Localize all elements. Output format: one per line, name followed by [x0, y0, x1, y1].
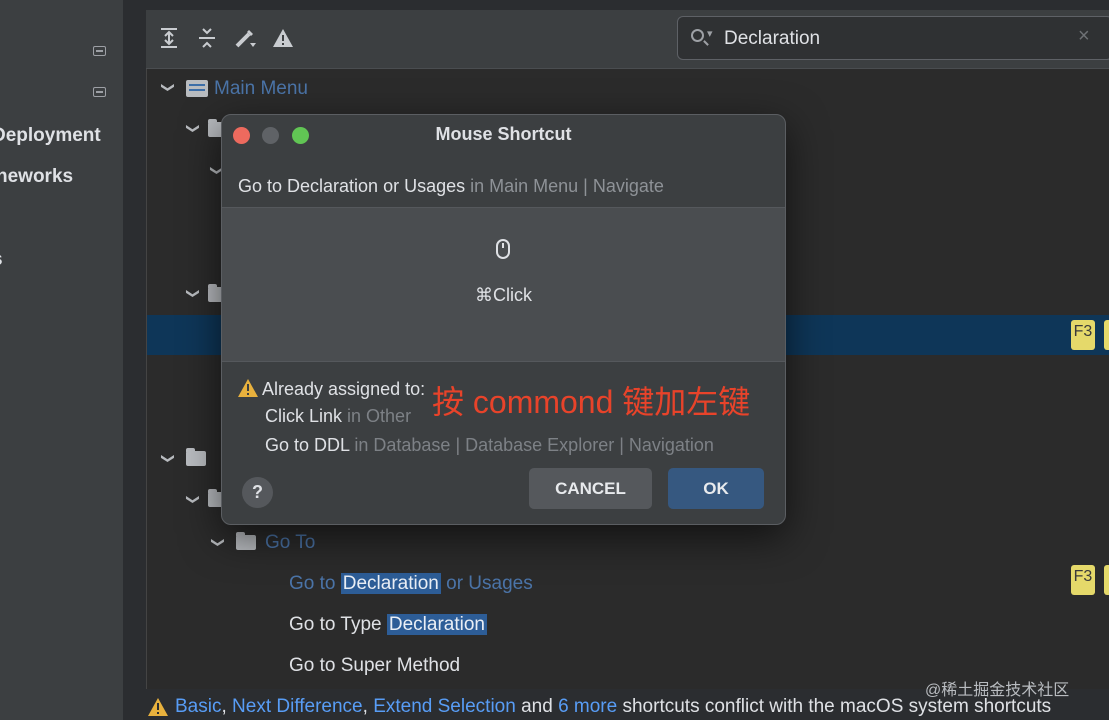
action-name: Go to Declaration or Usages	[238, 176, 466, 196]
warning-icon	[148, 698, 168, 716]
cancel-button[interactable]: CANCEL	[529, 468, 652, 509]
search-icon	[691, 29, 704, 42]
conflict-action: Go to DDL	[265, 435, 350, 455]
conjunction: and	[515, 696, 559, 717]
search-history-caret-icon[interactable]: ▾	[707, 27, 713, 40]
folder-icon	[186, 448, 206, 466]
already-assigned-warning: Already assigned to:	[238, 379, 425, 400]
conflict-link-extend-selection[interactable]: Extend Selection	[373, 696, 516, 717]
project-scope-icon	[93, 87, 106, 97]
conflict-link-basic[interactable]: Basic	[175, 696, 221, 717]
settings-sidebar: Deployment neworks s	[0, 0, 123, 720]
tree-item-text: Go to Type	[289, 614, 387, 635]
sidebar-item-tools[interactable]: s	[0, 249, 3, 271]
clear-search-icon[interactable]: ×	[1078, 25, 1090, 48]
search-match-highlight: Declaration	[386, 614, 487, 635]
already-assigned-label: Already assigned to:	[262, 379, 426, 399]
conflict-link-more[interactable]: 6 more	[558, 696, 617, 717]
action-location: in Main Menu | Navigate	[465, 176, 664, 196]
conflict-message: Basic, Next Difference, Extend Selection…	[175, 696, 1051, 718]
red-annotation-text: 按 commond 键加左键	[432, 384, 751, 420]
ok-button[interactable]: OK	[668, 468, 764, 509]
project-scope-icon	[93, 46, 106, 56]
conflict-link-next-difference[interactable]: Next Difference	[232, 696, 363, 717]
chevron-down-icon[interactable]: ❯	[211, 537, 226, 548]
conflict-location: in Other	[342, 406, 412, 426]
captured-shortcut: ⌘Click	[475, 285, 532, 305]
shortcut-badge-edge	[1104, 565, 1109, 595]
tree-item-declaration-or-usages[interactable]: Go to Declaration or Usages	[289, 573, 533, 595]
folder-icon	[236, 532, 256, 550]
edit-shortcut-icon[interactable]	[233, 27, 257, 51]
action-path: Go to Declaration or Usages in Main Menu…	[238, 176, 664, 197]
shortcut-badge-f3: F3	[1071, 320, 1095, 350]
conflict-item: Go to DDL in Database | Database Explore…	[265, 435, 714, 456]
collapse-all-icon[interactable]	[195, 27, 219, 51]
keymap-search-box[interactable]: ▾ ×	[677, 16, 1109, 60]
chevron-down-icon[interactable]: ❯	[161, 82, 176, 93]
separator: ,	[362, 696, 374, 717]
chevron-down-icon[interactable]: ❯	[161, 453, 176, 464]
conflicts-filter-icon[interactable]	[271, 27, 295, 51]
chevron-down-icon[interactable]: ❯	[186, 494, 201, 505]
sidebar-item-frameworks[interactable]: neworks	[0, 166, 73, 188]
conflict-location: in Database | Database Explorer | Naviga…	[349, 435, 714, 455]
tree-item-type-declaration[interactable]: Go to Type Declaration	[289, 614, 487, 636]
expand-all-icon[interactable]	[157, 27, 181, 51]
conflict-action: Click Link	[265, 406, 343, 426]
search-input[interactable]	[722, 25, 1066, 53]
search-match-highlight: Declaration	[340, 573, 441, 594]
tree-item-super-method[interactable]: Go to Super Method	[289, 655, 460, 677]
separator: ,	[221, 696, 233, 717]
tree-item-text: or Usages	[440, 573, 533, 594]
tree-item-go-to[interactable]: Go To	[265, 532, 315, 554]
shortcut-badge-edge	[1104, 320, 1109, 350]
main-menu-icon	[186, 80, 208, 97]
watermark: @稀土掘金技术社区	[925, 682, 1070, 699]
chevron-down-icon[interactable]: ❯	[186, 288, 201, 299]
shortcut-badge-f3: F3	[1071, 565, 1095, 595]
warning-icon	[238, 379, 258, 397]
tree-item-main-menu[interactable]: Main Menu	[214, 78, 308, 100]
chevron-down-icon[interactable]: ❯	[186, 123, 201, 134]
help-button[interactable]: ?	[242, 477, 273, 508]
sidebar-item-deployment[interactable]: Deployment	[0, 125, 101, 147]
mouse-shortcut-dialog: Mouse Shortcut Go to Declaration or Usag…	[221, 114, 786, 525]
dialog-title: Mouse Shortcut	[435, 124, 572, 144]
tree-item-text: Go to	[289, 573, 341, 594]
conflict-item: Click Link in Other	[265, 406, 411, 427]
mouse-icon	[496, 239, 510, 259]
